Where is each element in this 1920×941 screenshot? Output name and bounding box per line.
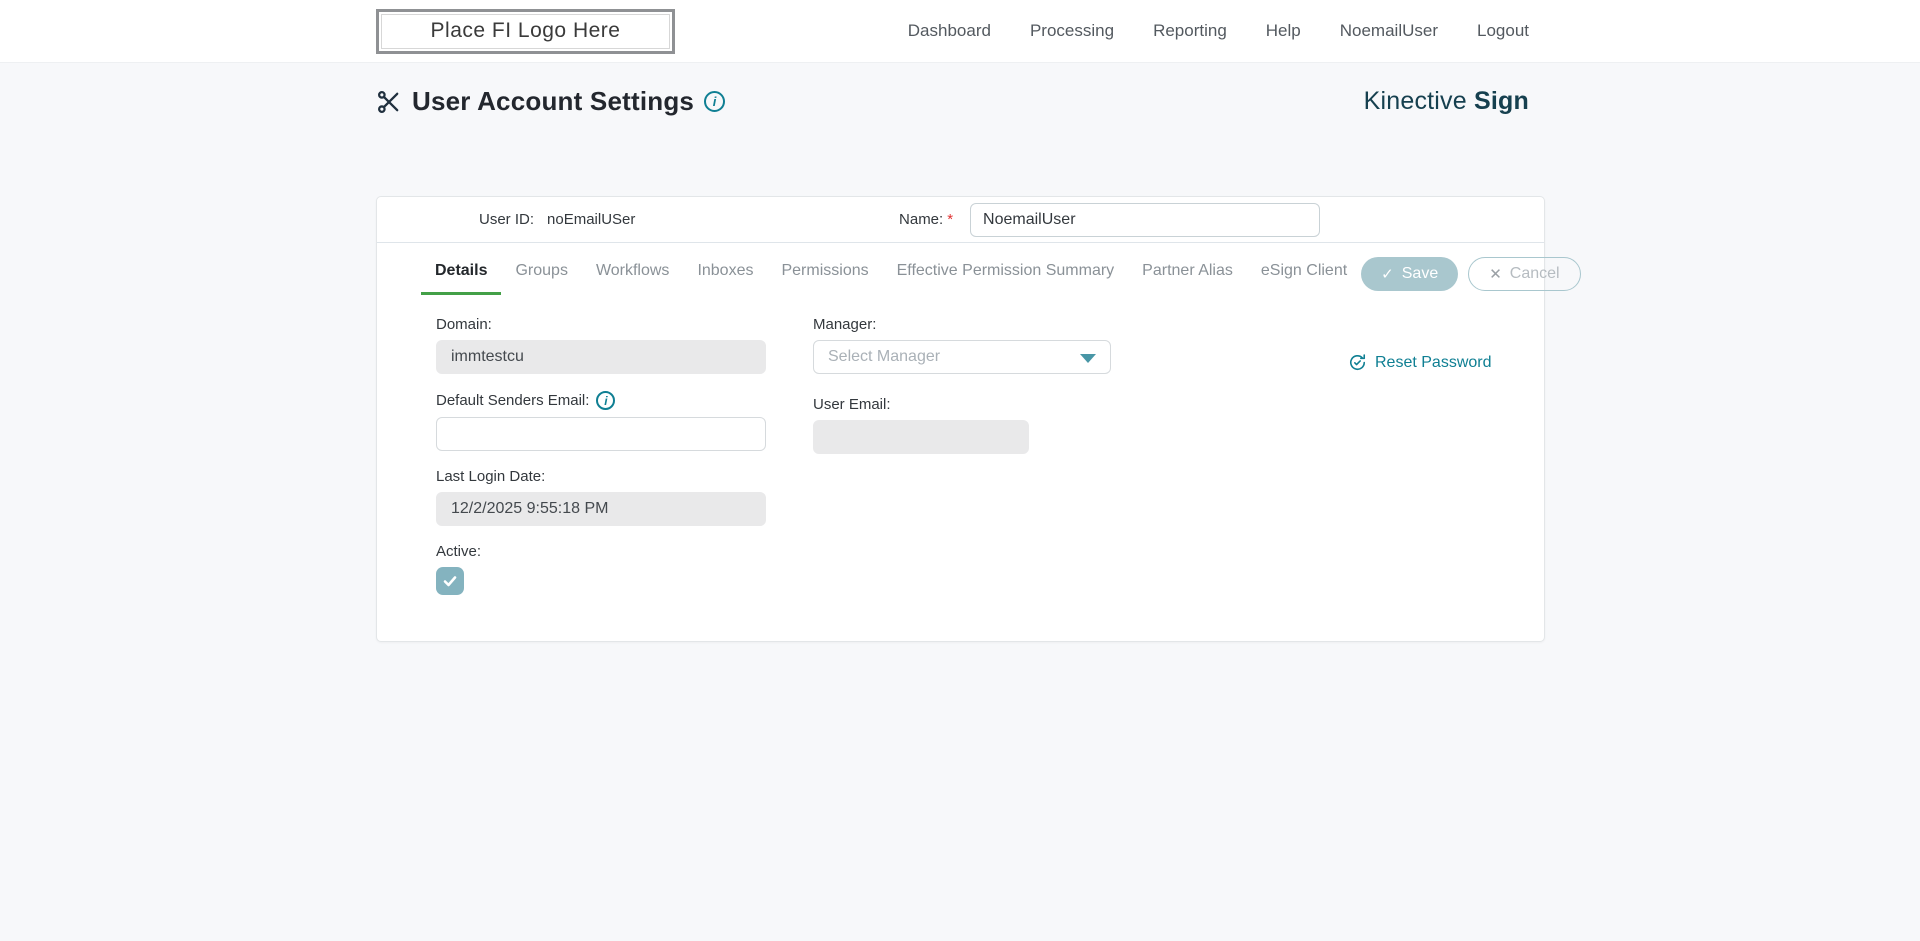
nav-item-logout[interactable]: Logout — [1477, 21, 1529, 41]
tab-list: Details Groups Workflows Inboxes Permiss… — [421, 252, 1361, 295]
last-login-date-label: Last Login Date: — [436, 468, 546, 485]
top-navigation-bar: Place FI Logo Here Dashboard Processing … — [0, 0, 1920, 63]
details-tab-panel: Domain: Default Senders Email: i Last Lo… — [377, 295, 1544, 612]
user-id-value: noEmailUSer — [547, 211, 636, 228]
tab-inboxes[interactable]: Inboxes — [683, 252, 767, 295]
user-email-input — [813, 420, 1029, 454]
action-buttons: ✓ Save ✕ Cancel — [1361, 256, 1581, 291]
user-id-label: User ID: — [479, 211, 535, 228]
card-header-row: User ID: noEmailUSer Name: * — [377, 197, 1544, 243]
nav-item-processing[interactable]: Processing — [1030, 21, 1114, 41]
domain-input — [436, 340, 766, 374]
name-label: Name: — [899, 211, 944, 228]
tab-details[interactable]: Details — [421, 252, 502, 295]
reset-icon — [1350, 354, 1366, 371]
default-senders-email-info-icon[interactable]: i — [596, 391, 616, 410]
form-column-middle: Manager: Select Manager User Email: — [813, 316, 1111, 612]
brand-name: Kinective — [1363, 87, 1467, 115]
tools-icon — [376, 89, 402, 115]
tab-permissions[interactable]: Permissions — [767, 252, 882, 295]
check-icon — [443, 576, 457, 587]
nav-item-dashboard[interactable]: Dashboard — [908, 21, 991, 41]
active-field: Active: — [436, 543, 766, 595]
chevron-down-icon — [1080, 354, 1096, 363]
nav-item-current-user[interactable]: NoemailUser — [1340, 21, 1438, 41]
brand-product: Sign — [1474, 87, 1529, 115]
user-email-label: User Email: — [813, 396, 891, 413]
fi-logo-placeholder: Place FI Logo Here — [376, 8, 675, 54]
save-button[interactable]: ✓ Save — [1361, 256, 1459, 291]
close-icon: ✕ — [1489, 265, 1502, 283]
page-title: User Account Settings — [412, 86, 695, 116]
name-required-asterisk: * — [947, 211, 954, 228]
active-label: Active: — [436, 543, 482, 560]
manager-select-placeholder: Select Manager — [828, 348, 941, 365]
manager-label: Manager: — [813, 316, 877, 333]
brand-logo: Kinective Sign — [1364, 87, 1529, 116]
form-column-right: Reset Password — [1348, 316, 1492, 612]
default-senders-email-input[interactable] — [436, 417, 766, 451]
tab-groups[interactable]: Groups — [501, 252, 581, 295]
default-senders-email-label: Default Senders Email: — [436, 392, 590, 409]
manager-select[interactable]: Select Manager — [813, 340, 1111, 374]
nav-item-help[interactable]: Help — [1266, 21, 1301, 41]
form-column-left: Domain: Default Senders Email: i Last Lo… — [436, 316, 766, 612]
tabs-row: Details Groups Workflows Inboxes Permiss… — [377, 243, 1581, 295]
tab-partner-alias[interactable]: Partner Alias — [1128, 252, 1247, 295]
tab-workflows[interactable]: Workflows — [582, 252, 684, 295]
domain-field: Domain: — [436, 316, 766, 374]
manager-field: Manager: Select Manager — [813, 316, 1111, 374]
tab-effective-permission-summary[interactable]: Effective Permission Summary — [883, 252, 1129, 295]
page-header: User Account Settings i Kinective Sign — [376, 86, 1529, 117]
user-email-field: User Email: — [813, 396, 1111, 454]
check-icon: ✓ — [1381, 265, 1394, 283]
user-account-settings-card: User ID: noEmailUSer Name: * Details Gro… — [376, 196, 1581, 642]
default-senders-email-field: Default Senders Email: i — [436, 391, 766, 451]
nav-links: Dashboard Processing Reporting Help Noem… — [908, 21, 1529, 41]
domain-label: Domain: — [436, 316, 492, 333]
reset-password-link[interactable]: Reset Password — [1348, 353, 1492, 372]
fi-logo-placeholder-text: Place FI Logo Here — [430, 19, 621, 42]
active-checkbox[interactable] — [436, 567, 464, 595]
page-title-info-icon[interactable]: i — [704, 91, 726, 112]
last-login-date-input — [436, 492, 766, 526]
name-input[interactable] — [970, 202, 1321, 237]
nav-item-reporting[interactable]: Reporting — [1153, 21, 1227, 41]
cancel-button[interactable]: ✕ Cancel — [1468, 256, 1581, 291]
last-login-date-field: Last Login Date: — [436, 468, 766, 526]
tab-esign-client[interactable]: eSign Client — [1247, 252, 1361, 295]
